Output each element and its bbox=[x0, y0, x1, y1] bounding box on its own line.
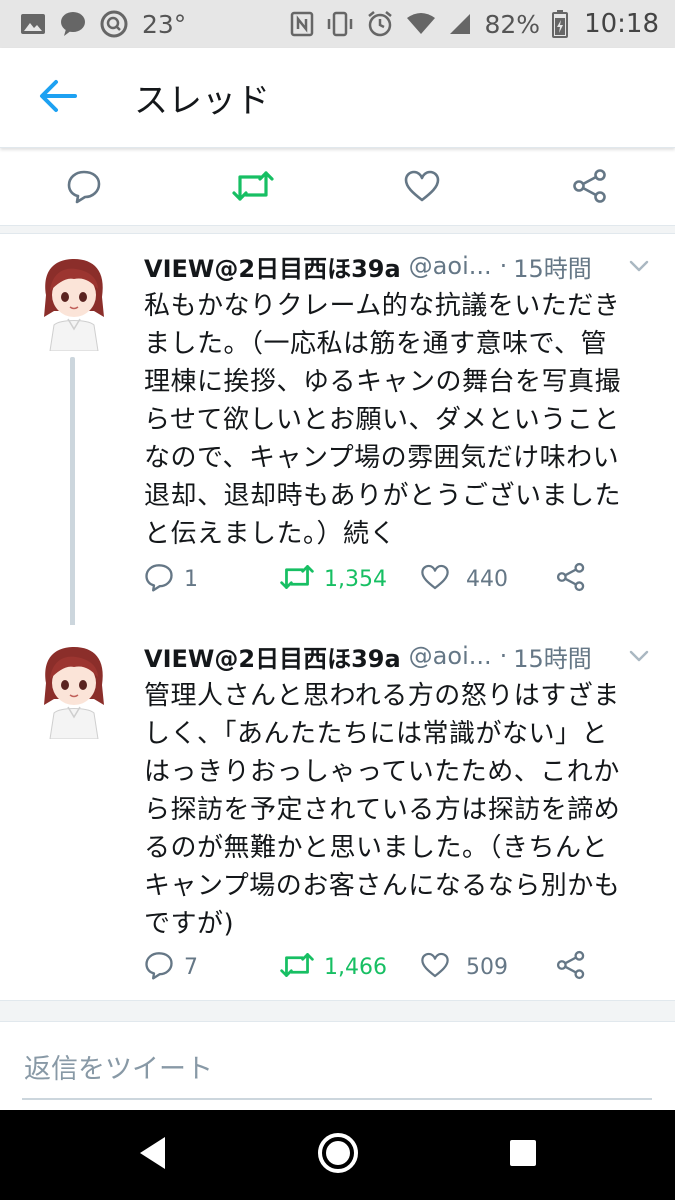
nfc-icon bbox=[290, 11, 314, 37]
previous-tweet-actions bbox=[0, 150, 675, 226]
retweet-icon bbox=[280, 951, 314, 983]
separator-dot: · bbox=[499, 252, 508, 280]
arrow-left-icon bbox=[38, 79, 78, 117]
tweet-text-line: るのが無難かと思いました。（きちんと bbox=[144, 833, 609, 863]
tweet-text-line: 理棟に挨拶、ゆるキャンの舞台を写真撮 bbox=[144, 367, 622, 397]
tweet-text-line: はっきりおっしゃっていたため、これか bbox=[144, 757, 620, 787]
avatar[interactable] bbox=[36, 255, 112, 352]
tweet-text-line: 管理人さんと思われる方の怒りはすざま bbox=[144, 681, 620, 711]
tweet-text-line: 私もかなりクレーム的な抗議をいただき bbox=[144, 291, 621, 321]
tweet-text-line: らせて欲しいとお願い、ダメということ bbox=[144, 405, 620, 435]
tweet-text-line: ました。（一応私は筋を通す意味で、管 bbox=[144, 329, 607, 359]
chevron-down-icon[interactable] bbox=[624, 251, 654, 281]
like-button[interactable]: 440 bbox=[420, 559, 508, 599]
reply-count: 7 bbox=[184, 954, 198, 980]
vibrate-icon bbox=[326, 11, 354, 37]
tweet-text-line: なので、キャンプ場の雰囲気だけ味わい bbox=[144, 443, 620, 473]
reply-button[interactable]: 7 bbox=[144, 947, 198, 987]
battery-icon bbox=[552, 10, 569, 38]
reply-icon bbox=[66, 168, 102, 208]
battery-percent: 82% bbox=[484, 9, 541, 39]
temperature-text: 23° bbox=[142, 9, 187, 39]
tweet[interactable]: VIEW@2日目西ほ39a @aoi... · 15時間 私もかなりクレーム的な… bbox=[0, 235, 675, 633]
tweet-text-line: ら探訪を予定されている方は探訪を諦め bbox=[144, 795, 621, 825]
like-count: 509 bbox=[466, 954, 508, 980]
tweet-text-line: と伝えました。）続く bbox=[144, 519, 397, 549]
alarm-icon bbox=[366, 10, 394, 38]
tweet[interactable]: VIEW@2日目西ほ39a @aoi... · 15時間 管理人さんと思われる方… bbox=[0, 625, 675, 1000]
search-icon bbox=[100, 10, 128, 38]
retweet-button[interactable]: 1,354 bbox=[280, 559, 387, 599]
retweet-count: 1,354 bbox=[324, 566, 387, 592]
signal-icon bbox=[448, 12, 472, 36]
reply-icon bbox=[144, 950, 174, 984]
author-name[interactable]: VIEW@2日目西ほ39a bbox=[144, 639, 401, 674]
section-gap bbox=[0, 226, 675, 234]
tweet-text-line: 退却、退却時もありがとうございました bbox=[144, 481, 622, 511]
tweet-text: 管理人さんと思われる方の怒りはすざま しく、「あんたたちには常識がない」と はっ… bbox=[144, 677, 656, 943]
author-name[interactable]: VIEW@2日目西ほ39a bbox=[144, 249, 401, 284]
share-button[interactable] bbox=[566, 164, 614, 212]
like-icon bbox=[420, 951, 450, 983]
home-circle-icon bbox=[316, 1131, 360, 1179]
tweet-actions: 1 1,354 440 bbox=[144, 559, 644, 599]
like-count: 440 bbox=[466, 566, 508, 592]
page-title: スレッド bbox=[134, 81, 270, 121]
retweet-button[interactable]: 1,466 bbox=[280, 947, 387, 987]
chevron-down-icon[interactable] bbox=[624, 641, 654, 671]
like-button[interactable] bbox=[398, 164, 446, 212]
avatar[interactable] bbox=[36, 643, 112, 740]
retweet-icon bbox=[280, 563, 314, 595]
like-icon bbox=[403, 169, 441, 207]
navigation-bar bbox=[0, 1110, 675, 1200]
tweet-time[interactable]: 15時間 bbox=[513, 249, 592, 284]
tweet-text-line: しく、「あんたたちには常識がない」と bbox=[144, 719, 609, 749]
reply-button[interactable] bbox=[60, 164, 108, 212]
separator-dot: · bbox=[499, 642, 508, 670]
section-gap bbox=[0, 1000, 675, 1022]
app-bar: スレッド bbox=[0, 48, 675, 148]
author-handle[interactable]: @aoi... bbox=[409, 642, 492, 670]
retweet-count: 1,466 bbox=[324, 954, 387, 980]
tweet-text-line: キャンプ場のお客さんになるなら別かも bbox=[144, 871, 621, 901]
share-icon bbox=[556, 950, 586, 984]
retweet-button[interactable] bbox=[229, 164, 277, 212]
reply-button[interactable]: 1 bbox=[144, 559, 198, 599]
clock-text: 10:18 bbox=[584, 9, 659, 39]
nav-home-button[interactable] bbox=[298, 1115, 378, 1195]
recents-square-icon bbox=[508, 1138, 538, 1172]
share-icon bbox=[556, 562, 586, 596]
tweet-text: 私もかなりクレーム的な抗議をいただき ました。（一応私は筋を通す意味で、管 理棟… bbox=[144, 287, 656, 553]
share-button[interactable] bbox=[556, 559, 586, 599]
author-handle[interactable]: @aoi... bbox=[409, 252, 492, 280]
reply-icon bbox=[144, 562, 174, 596]
tweet-text-line: ですが) bbox=[144, 909, 235, 939]
tweet-actions: 7 1,466 509 bbox=[144, 947, 644, 987]
like-icon bbox=[420, 563, 450, 595]
tweet-header: VIEW@2日目西ほ39a @aoi... · 15時間 bbox=[144, 249, 654, 283]
wifi-icon bbox=[406, 12, 436, 36]
back-button[interactable] bbox=[18, 58, 98, 138]
nav-back-button[interactable] bbox=[113, 1115, 193, 1195]
thread-connector bbox=[70, 357, 75, 633]
tweet-header: VIEW@2日目西ほ39a @aoi... · 15時間 bbox=[144, 639, 654, 673]
share-button[interactable] bbox=[556, 947, 586, 987]
nav-recents-button[interactable] bbox=[483, 1115, 563, 1195]
status-bar: 23° 82% 10:18 bbox=[0, 0, 675, 48]
chat-bubble-icon bbox=[60, 11, 86, 37]
back-triangle-icon bbox=[137, 1135, 169, 1175]
share-icon bbox=[572, 168, 608, 208]
reply-input[interactable] bbox=[22, 1040, 652, 1100]
photo-icon bbox=[20, 13, 46, 35]
retweet-icon bbox=[232, 169, 274, 207]
reply-count: 1 bbox=[184, 566, 198, 592]
like-button[interactable]: 509 bbox=[420, 947, 508, 987]
tweet-time[interactable]: 15時間 bbox=[513, 639, 592, 674]
